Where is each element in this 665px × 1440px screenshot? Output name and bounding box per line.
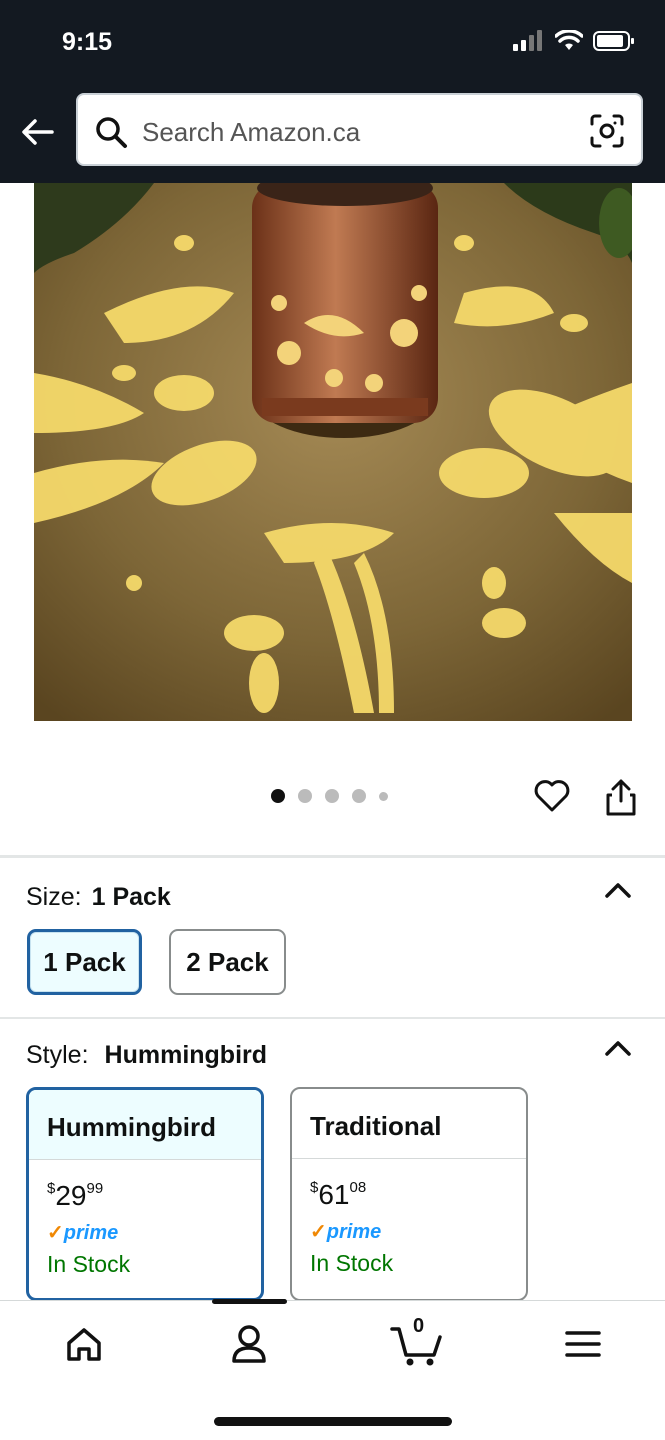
price-fraction: 08 bbox=[349, 1179, 367, 1196]
nav-active-indicator bbox=[212, 1299, 287, 1304]
style-option-name: Hummingbird bbox=[29, 1090, 261, 1160]
bottom-nav: 0 bbox=[0, 1299, 665, 1440]
back-arrow-icon[interactable] bbox=[18, 112, 58, 152]
share-icon[interactable] bbox=[603, 777, 639, 817]
chevron-up-icon[interactable] bbox=[604, 1038, 632, 1058]
wifi-icon bbox=[555, 30, 583, 50]
section-divider bbox=[0, 855, 665, 858]
carousel-dot[interactable] bbox=[271, 789, 285, 803]
prime-check-icon: ✓ bbox=[47, 1222, 64, 1244]
carousel-dot[interactable] bbox=[379, 791, 388, 801]
size-option-label: 2 Pack bbox=[186, 946, 269, 977]
style-label: Style: Hummingbird bbox=[26, 1041, 267, 1070]
account-icon[interactable] bbox=[224, 1321, 274, 1367]
style-option-traditional[interactable]: Traditional $6108 ✓prime In Stock bbox=[290, 1087, 528, 1301]
status-icons bbox=[513, 30, 635, 52]
price-whole: 61 bbox=[318, 1179, 350, 1210]
style-selected-value: Hummingbird bbox=[104, 1041, 268, 1069]
style-option-price: $2999 bbox=[29, 1160, 261, 1212]
prime-label: prime bbox=[326, 1221, 382, 1243]
home-icon[interactable] bbox=[59, 1321, 109, 1367]
stock-status: In Stock bbox=[310, 1250, 394, 1276]
battery-icon bbox=[593, 31, 634, 51]
app-header: 9:15 Search Amazon.ca bbox=[0, 0, 665, 183]
search-placeholder: Search Amazon.ca bbox=[142, 117, 361, 147]
style-label-text: Style: bbox=[26, 1041, 89, 1069]
camera-scan-icon[interactable] bbox=[589, 113, 625, 149]
carousel-dot[interactable] bbox=[298, 789, 312, 803]
price-whole: 29 bbox=[55, 1180, 87, 1211]
home-indicator bbox=[214, 1417, 452, 1426]
product-image[interactable] bbox=[34, 183, 632, 721]
prime-check-icon: ✓ bbox=[310, 1221, 327, 1243]
section-divider bbox=[0, 1017, 665, 1019]
size-option-2-pack[interactable]: 2 Pack bbox=[169, 929, 286, 995]
menu-icon[interactable] bbox=[558, 1321, 608, 1367]
prime-badge: ✓prime bbox=[292, 1211, 526, 1244]
price-fraction: 99 bbox=[86, 1180, 104, 1197]
size-label-text: Size: bbox=[26, 883, 82, 911]
search-input[interactable]: Search Amazon.ca bbox=[76, 93, 643, 166]
size-option-1-pack[interactable]: 1 Pack bbox=[27, 929, 142, 995]
carousel-dot[interactable] bbox=[325, 789, 339, 803]
carousel-dots[interactable] bbox=[271, 789, 388, 803]
search-icon bbox=[96, 117, 127, 148]
size-option-label: 1 Pack bbox=[43, 946, 126, 977]
stock-status: In Stock bbox=[47, 1251, 131, 1277]
cart-count: 0 bbox=[413, 1315, 425, 1337]
style-option-hummingbird[interactable]: Hummingbird $2999 ✓prime In Stock bbox=[26, 1087, 264, 1301]
prime-badge: ✓prime bbox=[29, 1212, 261, 1245]
chevron-up-icon[interactable] bbox=[604, 880, 632, 900]
carousel-dot[interactable] bbox=[352, 789, 366, 803]
heart-icon[interactable] bbox=[533, 777, 571, 815]
style-option-price: $6108 bbox=[292, 1159, 526, 1211]
prime-label: prime bbox=[63, 1222, 119, 1244]
size-selected-value: 1 Pack bbox=[91, 883, 171, 911]
status-time: 9:15 bbox=[62, 28, 113, 56]
lantern-photo bbox=[34, 183, 632, 721]
signal-icon bbox=[513, 30, 542, 51]
size-label: Size: 1 Pack bbox=[26, 883, 171, 912]
style-option-name: Traditional bbox=[292, 1089, 526, 1159]
